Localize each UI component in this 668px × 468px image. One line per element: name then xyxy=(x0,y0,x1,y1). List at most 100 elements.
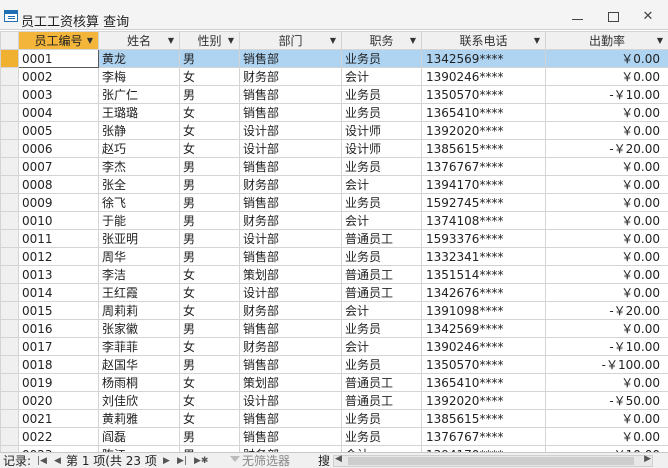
table-row[interactable]: 0022 阎磊男销售部 业务员 1376767**** ￥0.00 xyxy=(0,427,668,446)
department-cell[interactable]: 销售部 xyxy=(239,409,342,428)
name-cell[interactable]: 徐飞 xyxy=(98,193,180,212)
name-cell[interactable]: 张全 xyxy=(98,175,180,194)
phone-cell[interactable]: 1394170**** xyxy=(421,175,546,194)
phone-cell[interactable]: 1332341**** xyxy=(421,247,546,266)
job-title-cell[interactable]: 普通员工 xyxy=(341,283,422,302)
employee-id-cell[interactable]: 0006 xyxy=(18,139,99,158)
horizontal-scrollbar[interactable]: ◀ ▶ xyxy=(333,454,653,467)
chevron-down-icon[interactable]: ▼ xyxy=(410,33,416,49)
job-title-cell[interactable]: 普通员工 xyxy=(341,265,422,284)
phone-cell[interactable]: 1392020**** xyxy=(421,121,546,140)
gender-cell[interactable]: 男 xyxy=(179,85,240,104)
attendance-cell[interactable]: ￥0.00 xyxy=(545,103,668,122)
table-row[interactable]: 0008 张全男财务部 会计 1394170**** ￥0.00 xyxy=(0,175,668,194)
phone-cell[interactable]: 1593376**** xyxy=(421,229,546,248)
table-row[interactable]: 0004 王璐璐女销售部 业务员 1365410**** ￥0.00 xyxy=(0,103,668,122)
row-selector[interactable] xyxy=(0,85,19,104)
job-title-cell[interactable]: 业务员 xyxy=(341,85,422,104)
gender-cell[interactable]: 女 xyxy=(179,301,240,320)
department-cell[interactable]: 财务部 xyxy=(239,67,342,86)
table-row[interactable]: 0018 赵国华男销售部 业务员 1350570**** -￥100.00 xyxy=(0,355,668,374)
row-selector[interactable] xyxy=(0,337,19,356)
department-cell[interactable]: 销售部 xyxy=(239,355,342,374)
employee-id-cell[interactable]: 0016 xyxy=(18,319,99,338)
job-title-cell[interactable]: 会计 xyxy=(341,337,422,356)
job-title-cell[interactable]: 设计师 xyxy=(341,139,422,158)
phone-cell[interactable]: 1385615**** xyxy=(421,139,546,158)
department-cell[interactable]: 设计部 xyxy=(239,283,342,302)
table-row[interactable]: 0007 李杰男销售部 业务员 1376767**** ￥0.00 xyxy=(0,157,668,176)
chevron-down-icon[interactable]: ▼ xyxy=(87,33,93,49)
name-cell[interactable]: 王璐璐 xyxy=(98,103,180,122)
gender-cell[interactable]: 男 xyxy=(179,229,240,248)
phone-cell[interactable]: 1390246**** xyxy=(421,337,546,356)
row-selector[interactable] xyxy=(0,103,19,122)
row-selector[interactable] xyxy=(0,193,19,212)
name-cell[interactable]: 李杰 xyxy=(98,157,180,176)
gender-cell[interactable]: 女 xyxy=(179,103,240,122)
row-selector[interactable] xyxy=(0,319,19,338)
phone-cell[interactable]: 1342569**** xyxy=(421,319,546,338)
employee-id-cell[interactable]: 0011 xyxy=(18,229,99,248)
column-header[interactable]: 员工编号 ▼ xyxy=(18,31,99,50)
department-cell[interactable]: 策划部 xyxy=(239,373,342,392)
row-selector[interactable] xyxy=(0,301,19,320)
job-title-cell[interactable]: 业务员 xyxy=(341,427,422,446)
maximize-button[interactable] xyxy=(602,8,624,26)
gender-cell[interactable]: 女 xyxy=(179,139,240,158)
department-cell[interactable]: 财务部 xyxy=(239,175,342,194)
gender-cell[interactable]: 女 xyxy=(179,337,240,356)
name-cell[interactable]: 李菲菲 xyxy=(98,337,180,356)
attendance-cell[interactable]: ￥0.00 xyxy=(545,247,668,266)
table-row[interactable]: 0013 李洁女策划部 普通员工 1351514**** ￥0.00 xyxy=(0,265,668,284)
name-cell[interactable]: 于能 xyxy=(98,211,180,230)
job-title-cell[interactable]: 会计 xyxy=(341,301,422,320)
gender-cell[interactable]: 男 xyxy=(179,157,240,176)
previous-record-icon[interactable]: ◀ xyxy=(54,453,61,468)
job-title-cell[interactable]: 会计 xyxy=(341,175,422,194)
attendance-cell[interactable]: ￥0.00 xyxy=(545,265,668,284)
attendance-cell[interactable]: -￥20.00 xyxy=(545,139,668,158)
attendance-cell[interactable]: ￥0.00 xyxy=(545,175,668,194)
job-title-cell[interactable]: 业务员 xyxy=(341,157,422,176)
name-cell[interactable]: 张广仁 xyxy=(98,85,180,104)
gender-cell[interactable]: 女 xyxy=(179,409,240,428)
department-cell[interactable]: 销售部 xyxy=(239,193,342,212)
job-title-cell[interactable]: 业务员 xyxy=(341,409,422,428)
row-selector[interactable] xyxy=(0,121,19,140)
employee-id-cell[interactable]: 0010 xyxy=(18,211,99,230)
employee-id-cell[interactable]: 0021 xyxy=(18,409,99,428)
table-row[interactable]: 0017 李菲菲女财务部 会计 1390246**** -￥10.00 xyxy=(0,337,668,356)
job-title-cell[interactable]: 设计师 xyxy=(341,121,422,140)
column-header[interactable]: 联系电话 ▼ xyxy=(421,31,546,50)
phone-cell[interactable]: 1392020**** xyxy=(421,391,546,410)
name-cell[interactable]: 赵巧 xyxy=(98,139,180,158)
row-selector[interactable] xyxy=(0,139,19,158)
name-cell[interactable]: 黄龙 xyxy=(98,49,180,68)
attendance-cell[interactable]: ￥0.00 xyxy=(545,229,668,248)
job-title-cell[interactable]: 会计 xyxy=(341,67,422,86)
table-row[interactable]: 0020 刘佳欣女设计部 普通员工 1392020**** -￥50.00 xyxy=(0,391,668,410)
department-cell[interactable]: 设计部 xyxy=(239,229,342,248)
table-row[interactable]: 0011 张亚明男设计部 普通员工 1593376**** ￥0.00 xyxy=(0,229,668,248)
table-row[interactable]: 0014 王红霞女设计部 普通员工 1342676**** ￥0.00 xyxy=(0,283,668,302)
employee-id-cell[interactable]: 0017 xyxy=(18,337,99,356)
department-cell[interactable]: 销售部 xyxy=(239,319,342,338)
table-row[interactable]: 0010 于能男财务部 会计 1374108**** ￥0.00 xyxy=(0,211,668,230)
gender-cell[interactable]: 女 xyxy=(179,391,240,410)
name-cell[interactable]: 张亚明 xyxy=(98,229,180,248)
employee-id-cell[interactable]: 0002 xyxy=(18,67,99,86)
name-cell[interactable]: 张静 xyxy=(98,121,180,140)
row-selector[interactable] xyxy=(0,427,19,446)
attendance-cell[interactable]: ￥0.00 xyxy=(545,193,668,212)
phone-cell[interactable]: 1365410**** xyxy=(421,103,546,122)
attendance-cell[interactable]: -￥50.00 xyxy=(545,391,668,410)
attendance-cell[interactable]: -￥100.00 xyxy=(545,355,668,374)
employee-id-cell[interactable]: 0020 xyxy=(18,391,99,410)
employee-id-cell[interactable]: 0014 xyxy=(18,283,99,302)
department-cell[interactable]: 财务部 xyxy=(239,301,342,320)
select-all-corner[interactable] xyxy=(0,31,19,50)
phone-cell[interactable]: 1391098**** xyxy=(421,301,546,320)
close-button[interactable]: ✕ xyxy=(637,8,659,26)
row-selector[interactable] xyxy=(0,157,19,176)
